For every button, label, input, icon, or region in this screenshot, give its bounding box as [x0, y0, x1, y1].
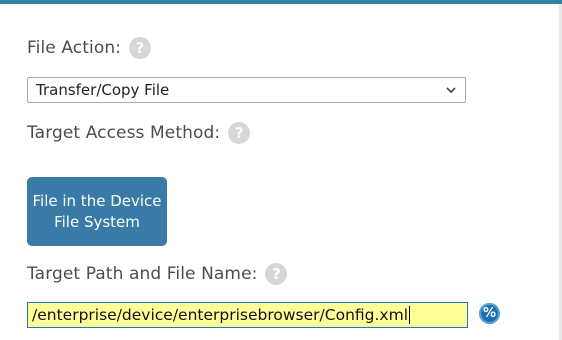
file-action-row: File Action: ? — [27, 35, 152, 61]
help-icon[interactable]: ? — [265, 263, 288, 285]
browse-icon[interactable]: % — [479, 303, 500, 324]
button-line-2: File System — [54, 212, 140, 231]
file-action-select[interactable]: Transfer/Copy File — [27, 77, 466, 103]
target-path-label: Target Path and File Name: — [27, 264, 258, 284]
help-icon[interactable]: ? — [228, 122, 251, 144]
help-icon[interactable]: ? — [129, 37, 152, 59]
file-in-device-file-system-button[interactable]: File in the Device File System — [27, 177, 167, 246]
text-caret — [409, 306, 411, 324]
target-path-input[interactable]: /enterprise/device/enterprisebrowser/Con… — [27, 302, 468, 328]
target-path-row: Target Path and File Name: ? — [27, 261, 288, 287]
target-access-label: Target Access Method: — [27, 123, 221, 143]
file-action-selected-value: Transfer/Copy File — [36, 81, 170, 99]
target-access-row: Target Access Method: ? — [27, 120, 251, 146]
top-accent-bar — [0, 0, 562, 4]
chevron-down-icon — [441, 83, 461, 97]
file-action-label: File Action: — [27, 38, 122, 58]
target-path-value: /enterprise/device/enterprisebrowser/Con… — [32, 306, 409, 324]
button-line-1: File in the Device — [32, 191, 162, 210]
